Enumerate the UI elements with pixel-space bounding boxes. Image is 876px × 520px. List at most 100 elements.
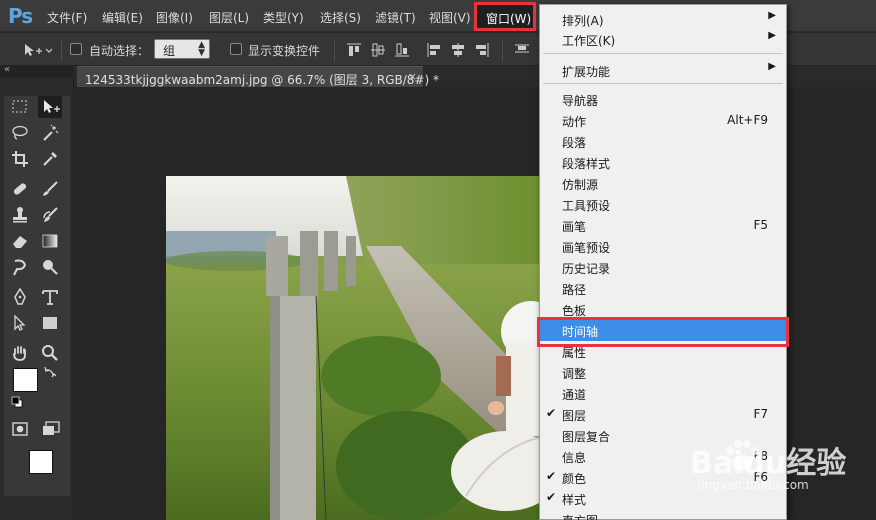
window-menu-item-label: 画笔预设 xyxy=(562,241,611,255)
window-menu-item[interactable]: 导航器 xyxy=(540,89,786,110)
default-colors-icon[interactable] xyxy=(11,396,23,408)
window-menu-item[interactable]: 直方图 xyxy=(540,509,786,520)
menu-filter[interactable]: 滤镜(T) xyxy=(375,9,416,26)
window-menu-item[interactable]: 动作 Alt+F9 xyxy=(540,110,786,131)
brush-tool[interactable] xyxy=(38,178,62,200)
close-tab-icon[interactable]: × xyxy=(408,70,417,83)
zoom-tool[interactable] xyxy=(38,342,62,364)
screen-mode-button[interactable] xyxy=(38,418,62,440)
crop-tool[interactable] xyxy=(8,148,32,170)
window-menu-item[interactable]: 信息 F8 xyxy=(540,446,786,467)
marquee-tool[interactable] xyxy=(8,96,32,118)
menu-window[interactable]: 窗口(W) xyxy=(474,2,536,31)
gradient-icon xyxy=(42,234,58,248)
window-menu-item[interactable]: 通道 xyxy=(540,383,786,404)
quick-mask-icon xyxy=(12,422,28,436)
move-icon xyxy=(44,100,60,113)
tools-panel-header[interactable]: « xyxy=(0,64,74,78)
eyedropper-icon xyxy=(43,152,57,166)
checkmark-icon: ✔ xyxy=(546,469,557,483)
window-menu-item[interactable]: 图层复合 xyxy=(540,425,786,446)
menu-image[interactable]: 图像(I) xyxy=(156,9,193,26)
pen-tool[interactable] xyxy=(8,286,32,308)
window-menu-item-label: 工具预设 xyxy=(562,199,611,213)
window-menu-item-label: 信息 xyxy=(562,451,587,465)
window-menu-item[interactable]: 历史记录 xyxy=(540,257,786,278)
history-brush-icon xyxy=(43,207,58,222)
menu-select[interactable]: 选择(S) xyxy=(320,9,361,26)
window-menu-item-label: 样式 xyxy=(562,493,587,507)
clone-stamp-tool[interactable] xyxy=(8,204,32,226)
options-divider xyxy=(61,39,62,61)
tools-panel: « xyxy=(0,64,74,520)
window-menu-item[interactable]: 仿制源 xyxy=(540,173,786,194)
checkmark-icon: ✔ xyxy=(546,406,557,420)
menu-file[interactable]: 文件(F) xyxy=(47,9,87,26)
align-top-icon[interactable] xyxy=(346,42,362,58)
window-menu-item[interactable]: ✔ 图层 F7 xyxy=(540,404,786,425)
hand-icon xyxy=(13,346,26,361)
window-menu-item[interactable]: ✔ 颜色 F6 xyxy=(540,467,786,488)
show-transform-label: 显示变换控件 xyxy=(248,44,321,58)
auto-select-checkbox[interactable] xyxy=(70,43,82,55)
window-menu-item[interactable]: 画笔 F5 xyxy=(540,215,786,236)
window-menu-item-label: 路径 xyxy=(562,283,587,297)
move-tool-preset-icon[interactable] xyxy=(22,42,52,58)
lasso-tool[interactable] xyxy=(8,122,32,144)
path-selection-tool[interactable] xyxy=(8,312,32,334)
pen-icon xyxy=(14,288,26,305)
dodge-tool[interactable] xyxy=(38,256,62,278)
type-tool[interactable] xyxy=(38,286,62,308)
rectangle-tool[interactable] xyxy=(38,312,62,334)
menu-type[interactable]: 类型(Y) xyxy=(263,9,304,26)
smudge-tool[interactable] xyxy=(8,256,32,278)
menu-window-label: 窗口(W) xyxy=(486,12,532,26)
window-menu-item[interactable]: 工具预设 xyxy=(540,194,786,215)
eraser-tool[interactable] xyxy=(8,230,32,252)
smudge-icon xyxy=(13,259,27,276)
menu-separator xyxy=(543,83,783,84)
window-menu-item[interactable]: 段落样式 xyxy=(540,152,786,173)
window-menu-item[interactable]: 扩展功能 ▶ xyxy=(540,60,786,81)
menu-view[interactable]: 视图(V) xyxy=(429,9,471,26)
menu-layer[interactable]: 图层(L) xyxy=(209,9,249,26)
window-menu-item-label: 排列(A) xyxy=(562,14,604,28)
align-left-icon[interactable] xyxy=(426,42,442,58)
photo-image xyxy=(166,176,546,520)
window-menu-item[interactable]: ✔ 样式 xyxy=(540,488,786,509)
align-horizontal-center-icon[interactable] xyxy=(450,42,466,58)
history-brush-tool[interactable] xyxy=(38,204,62,226)
window-menu-item[interactable]: 调整 xyxy=(540,362,786,383)
gradient-tool[interactable] xyxy=(38,230,62,252)
collapse-panel-icon[interactable]: « xyxy=(4,64,10,75)
show-transform-checkbox[interactable] xyxy=(230,43,242,55)
window-menu-item[interactable]: 段落 xyxy=(540,131,786,152)
distribute-top-icon[interactable] xyxy=(514,42,530,58)
window-menu-item[interactable]: 画笔预设 xyxy=(540,236,786,257)
auto-select-target-dropdown[interactable]: 组 ▲ ▼ xyxy=(154,39,210,59)
window-menu-item[interactable]: 工作区(K) ▶ xyxy=(540,29,786,50)
document-photo[interactable] xyxy=(166,176,546,520)
align-bottom-icon[interactable] xyxy=(394,42,410,58)
foreground-color-swatch[interactable] xyxy=(13,368,38,392)
align-right-icon[interactable] xyxy=(474,42,490,58)
window-menu-item-label: 图层 xyxy=(562,409,587,423)
document-tab[interactable]: 124533tkjjggkwaabm2amj.jpg @ 66.7% (图层 3… xyxy=(77,66,439,87)
align-vertical-center-icon[interactable] xyxy=(370,42,386,58)
dodge-icon xyxy=(43,260,58,275)
quick-mask-button[interactable] xyxy=(8,418,32,440)
window-menu-item[interactable]: 排列(A) ▶ xyxy=(540,9,786,30)
background-color-swatch[interactable] xyxy=(29,450,53,474)
menu-edit[interactable]: 编辑(E) xyxy=(102,9,143,26)
hand-tool[interactable] xyxy=(8,342,32,364)
move-tool[interactable] xyxy=(38,96,62,118)
healing-brush-tool[interactable] xyxy=(8,178,32,200)
magic-wand-tool[interactable] xyxy=(38,122,62,144)
window-menu-item[interactable]: 路径 xyxy=(540,278,786,299)
window-menu-item-label: 通道 xyxy=(562,388,587,402)
window-menu-item-label: 动作 xyxy=(562,115,587,129)
window-menu-item-label: 导航器 xyxy=(562,94,599,108)
brush-icon xyxy=(43,181,58,196)
eyedropper-tool[interactable] xyxy=(38,148,62,170)
swap-colors-icon[interactable] xyxy=(44,366,56,378)
